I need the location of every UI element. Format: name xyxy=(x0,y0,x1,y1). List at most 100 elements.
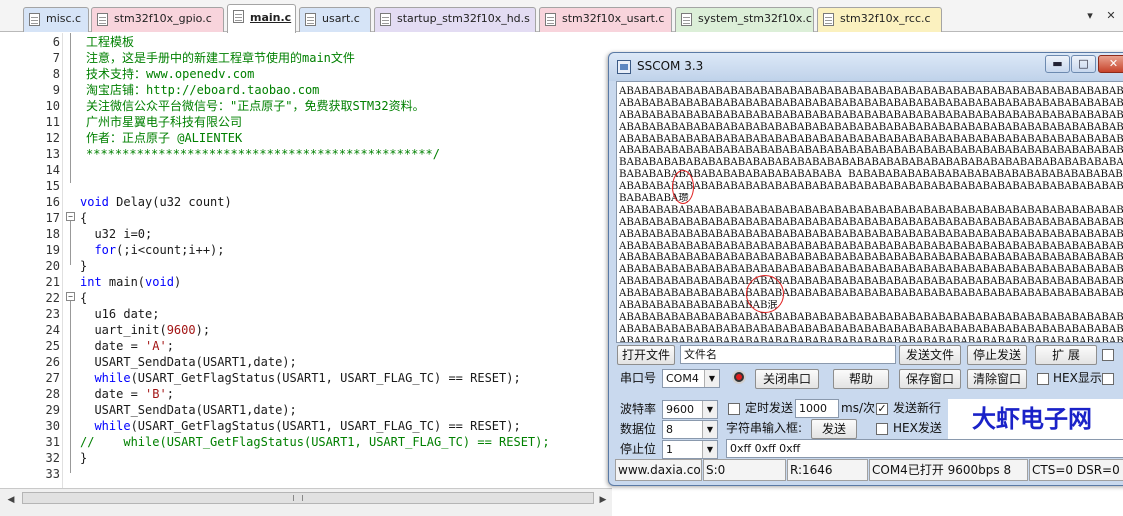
code-line[interactable]: } xyxy=(80,258,87,274)
receive-text-area[interactable]: ABABABABABABABABABABABABABABABABABABABAB… xyxy=(616,81,1123,343)
code-line[interactable]: date = 'A'; xyxy=(80,338,174,354)
line-number: 7 xyxy=(52,51,60,65)
code-line[interactable]: int main(void) xyxy=(80,274,181,290)
save-window-button[interactable]: 保存窗口 xyxy=(899,369,961,389)
received-line: ABABABABABABABABABABABABABABABABABABABAB… xyxy=(619,240,1123,252)
fold-collapse-icon[interactable]: − xyxy=(66,212,75,221)
baud-rate-select[interactable]: 9600 ▼ xyxy=(662,400,718,419)
code-line[interactable]: USART_SendData(USART1,date); xyxy=(80,402,296,418)
code-line[interactable]: // while(USART_GetFlagStatus(USART1, USA… xyxy=(80,434,550,450)
code-line[interactable]: 注意，这是手册中的新建工程章节使用的main文件 xyxy=(86,50,355,66)
received-line: ABABABABABABABABABABABABABABABABABABABAB… xyxy=(619,323,1123,335)
code-line[interactable]: 技术支持：www.openedv.com xyxy=(86,66,254,82)
received-line: ABABABABABABABABABABABABABABABABABABABAB… xyxy=(619,181,1123,193)
code-line[interactable]: { xyxy=(80,290,87,306)
stop-bits-label: 停止位 xyxy=(620,442,657,456)
timed-send-checkbox[interactable] xyxy=(728,403,740,415)
code-line[interactable]: void Delay(u32 count) xyxy=(80,194,232,210)
maximize-button[interactable]: □ xyxy=(1071,55,1096,73)
fold-guide xyxy=(70,33,71,183)
code-line[interactable]: date = 'B'; xyxy=(80,386,174,402)
baud-rate-label: 波特率 xyxy=(620,402,657,416)
line-number: 30 xyxy=(45,419,60,433)
tab-misc-c[interactable]: misc.c xyxy=(23,7,89,32)
tab-stm32f10x-gpio-c[interactable]: stm32f10x_gpio.c xyxy=(91,7,224,32)
expand-button[interactable]: 扩 展 xyxy=(1035,345,1097,365)
scroll-left-icon[interactable]: ◀ xyxy=(4,493,18,507)
hex-send-checkbox[interactable] xyxy=(876,423,888,435)
line-number: 31 xyxy=(45,435,60,449)
close-tab-icon[interactable]: ✕ xyxy=(1104,9,1118,23)
input-box-label: 字符串输入框: xyxy=(726,421,803,435)
c-file-icon xyxy=(233,10,244,23)
asm-file-icon xyxy=(380,13,391,26)
tab-usart-c[interactable]: usart.c xyxy=(299,7,371,32)
clear-window-button[interactable]: 清除窗口 xyxy=(967,369,1027,389)
send-input-field[interactable]: 0xff 0xff 0xff xyxy=(726,439,1123,458)
chevron-down-icon[interactable]: ▼ xyxy=(704,370,719,387)
tab-list-dropdown-icon[interactable]: ▾ xyxy=(1083,9,1097,23)
code-line[interactable]: for(;i<count;i++); xyxy=(80,242,224,258)
file-name-field[interactable]: 文件名 xyxy=(680,345,896,364)
tab-stm32f10x-usart-c[interactable]: stm32f10x_usart.c xyxy=(539,7,672,32)
scroll-right-icon[interactable]: ▶ xyxy=(596,493,610,507)
code-line[interactable]: 工程模板 xyxy=(86,34,134,50)
tab-startup-s[interactable]: startup_stm32f10x_hd.s xyxy=(374,7,536,32)
received-line: BABABABABABABABABABABABABABABABABABABABA… xyxy=(619,157,1123,169)
extra-checkbox-2[interactable] xyxy=(1102,373,1114,385)
code-line[interactable]: { xyxy=(80,210,87,226)
code-line[interactable]: u32 i=0; xyxy=(80,226,152,242)
stop-send-button[interactable]: 停止发送 xyxy=(967,345,1027,365)
c-file-icon xyxy=(97,13,108,26)
tab-stm32f10x-rcc-c[interactable]: stm32f10x_rcc.c xyxy=(817,7,942,32)
code-line[interactable]: uart_init(9600); xyxy=(80,322,210,338)
code-line[interactable]: USART_SendData(USART1,date); xyxy=(80,354,296,370)
chevron-down-icon[interactable]: ▼ xyxy=(702,441,717,458)
hex-display-checkbox[interactable] xyxy=(1037,373,1049,385)
tab-label: startup_stm32f10x_hd.s xyxy=(397,12,530,25)
fold-margin xyxy=(62,33,76,488)
port-select[interactable]: COM4 ▼ xyxy=(662,369,720,388)
code-line[interactable]: 关注微信公众平台微信号："正点原子"，免费获取STM32资料。 xyxy=(86,98,425,114)
window-title: SSCOM 3.3 xyxy=(637,59,704,73)
close-port-button[interactable]: 关闭串口 xyxy=(755,369,819,389)
code-line[interactable]: while(USART_GetFlagStatus(USART1, USART_… xyxy=(80,370,520,386)
scrollbar-thumb[interactable] xyxy=(22,492,594,504)
port-status-indicator-icon xyxy=(732,370,746,384)
stop-bits-select[interactable]: 1 ▼ xyxy=(662,440,718,459)
sscom-window: SSCOM 3.3 ▬ □ ✕ ABABABABABABABABABABABAB… xyxy=(608,52,1123,486)
received-line: ABABABABABABABABABABABABABABABABABABABAB… xyxy=(619,335,1123,343)
code-line[interactable]: 广州市星翼电子科技有限公司 xyxy=(86,114,242,130)
code-line[interactable]: u16 date; xyxy=(80,306,159,322)
extra-checkbox[interactable] xyxy=(1102,349,1114,361)
status-received-count: R:1646 xyxy=(787,459,868,481)
line-number: 25 xyxy=(45,339,60,353)
send-button[interactable]: 发送 xyxy=(811,419,857,439)
line-number: 27 xyxy=(45,371,60,385)
c-file-icon xyxy=(681,13,692,26)
tab-system-stm32f10x-c[interactable]: system_stm32f10x.c xyxy=(675,7,814,32)
code-line[interactable]: while(USART_GetFlagStatus(USART1, USART_… xyxy=(80,418,520,434)
editor-horizontal-scrollbar[interactable]: ◀ ▶ xyxy=(0,488,612,516)
line-number: 33 xyxy=(45,467,60,481)
send-newline-checkbox[interactable]: ✓ xyxy=(876,403,888,415)
minimize-button[interactable]: ▬ xyxy=(1045,55,1070,73)
sscom-title-bar[interactable]: SSCOM 3.3 ▬ □ ✕ xyxy=(609,53,1123,81)
open-file-button[interactable]: 打开文件 xyxy=(617,345,675,365)
close-window-button[interactable]: ✕ xyxy=(1098,55,1123,73)
code-line[interactable]: 作者：正点原子 @ALIENTEK xyxy=(86,130,242,146)
status-port-state: COM4已打开 9600bps 8 xyxy=(869,459,1028,481)
send-file-button[interactable]: 发送文件 xyxy=(899,345,961,365)
code-line[interactable]: } xyxy=(80,450,87,466)
tab-label: stm32f10x_gpio.c xyxy=(114,12,212,25)
code-editor[interactable]: 6 7 8 9 10 11 12 13 14 15 16 17 18 19 20 21 22 23 24 25 26 27… xyxy=(0,33,612,488)
help-button[interactable]: 帮助 xyxy=(833,369,889,389)
fold-collapse-icon[interactable]: − xyxy=(66,292,75,301)
code-line[interactable]: 淘宝店铺：http://eboard.taobao.com xyxy=(86,82,319,98)
tab-main-c[interactable]: main.c xyxy=(227,4,296,33)
chevron-down-icon[interactable]: ▼ xyxy=(702,421,717,438)
interval-field[interactable]: 1000 xyxy=(795,399,839,418)
data-bits-select[interactable]: 8 ▼ xyxy=(662,420,718,439)
chevron-down-icon[interactable]: ▼ xyxy=(702,401,717,418)
code-line[interactable]: ****************************************… xyxy=(86,146,440,162)
